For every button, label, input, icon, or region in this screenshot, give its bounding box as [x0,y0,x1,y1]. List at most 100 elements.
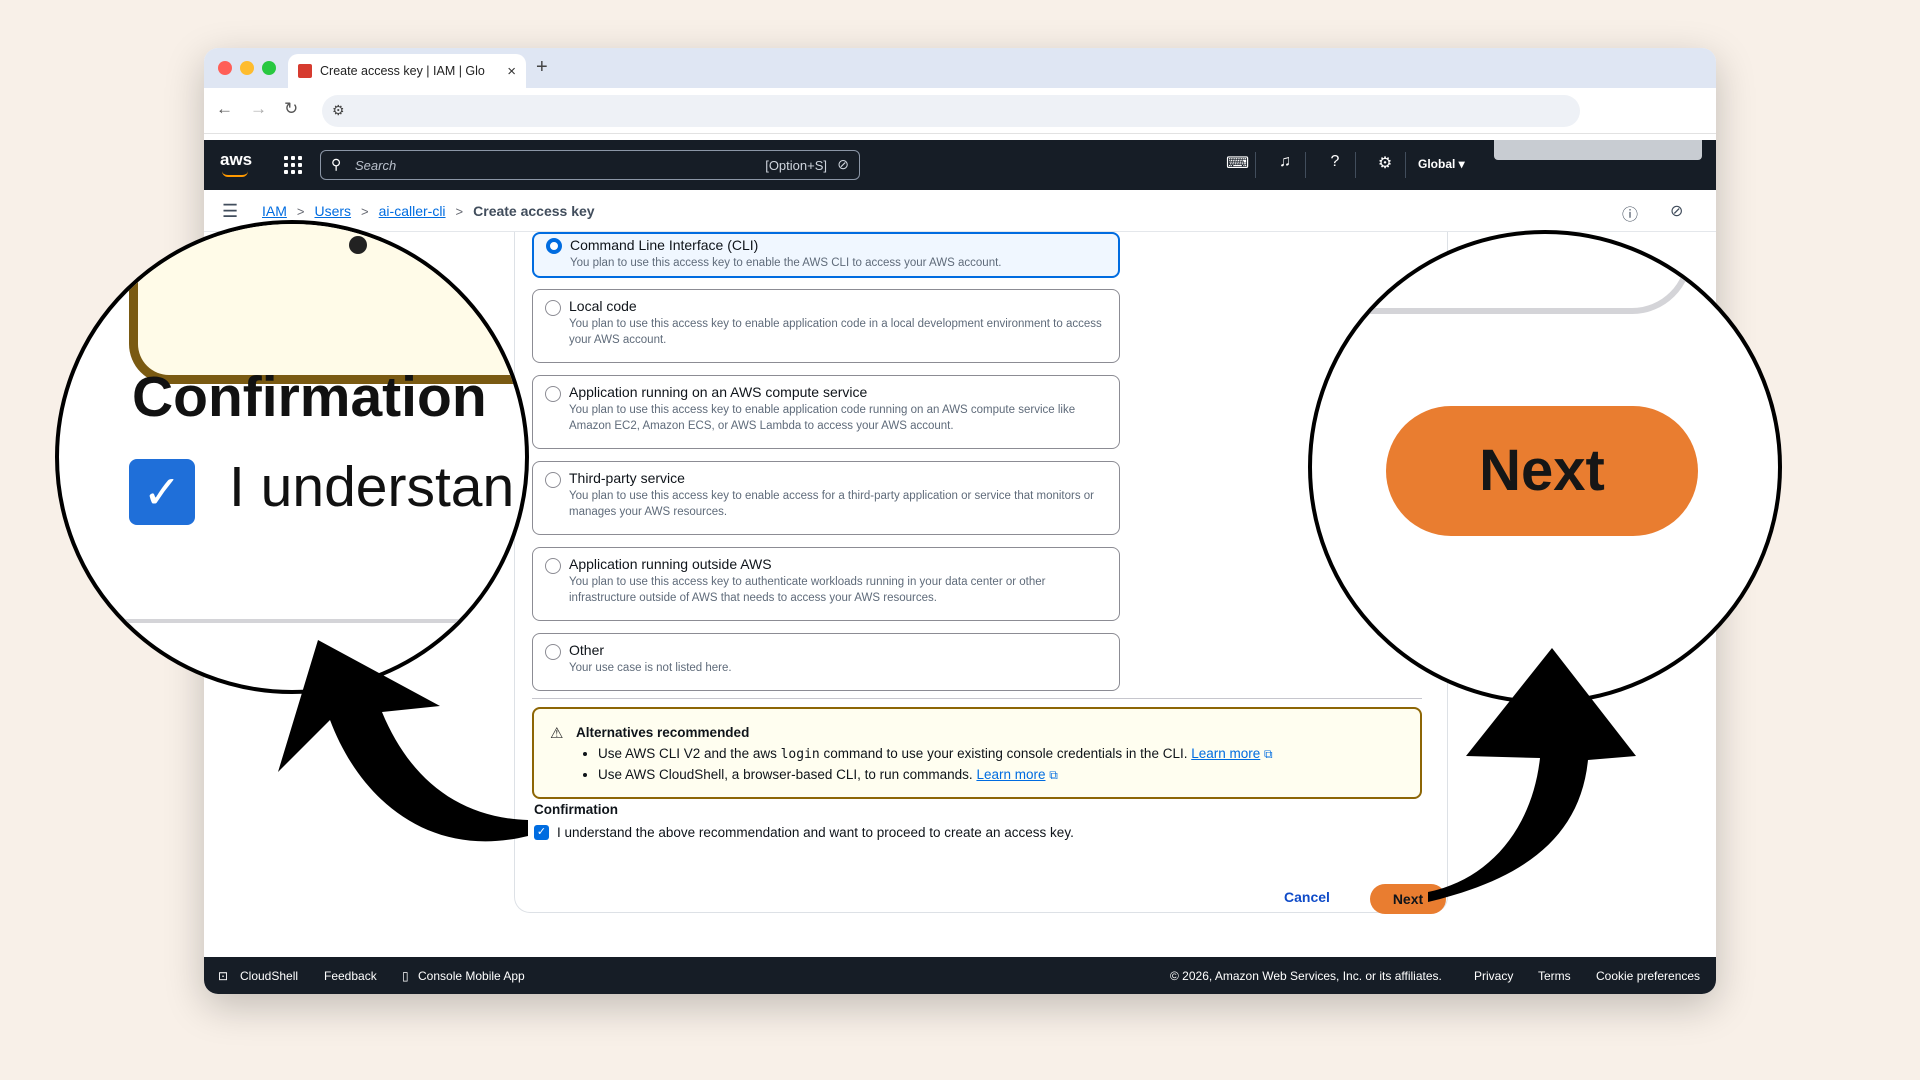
magnifier-next: Next [1308,230,1782,704]
notifications-bell-icon[interactable]: ♫ [1274,153,1296,171]
radio-third-party[interactable] [545,472,561,488]
option-desc: You plan to use this access key to authe… [569,576,1046,604]
alert-code: login [780,747,820,762]
option-title: Other [569,642,605,658]
alert-item: Use AWS CLI V2 and the aws login command… [598,744,1404,765]
breadcrumb-separator-icon: > [361,203,369,219]
menu-hamburger-icon[interactable]: ☰ [222,201,238,222]
tab-title: Create access key | IAM | Glo [320,64,485,78]
radio-outside-aws[interactable] [545,558,561,574]
account-menu[interactable] [1494,140,1702,160]
external-link-icon: ⧉ [1049,768,1058,782]
radio-other[interactable] [545,644,561,660]
back-arrow-icon[interactable]: ← [216,99,233,119]
radio-local-code[interactable] [545,300,561,316]
new-tab-button[interactable]: + [536,56,548,79]
next-button[interactable]: Next [1370,884,1446,914]
magnified-next-button: Next [1386,406,1698,536]
option-cli[interactable]: Command Line Interface (CLI) You plan to… [532,232,1120,278]
option-desc: Your use case is not listed here. [569,662,732,674]
alternatives-alert: ⚠ Alternatives recommended Use AWS CLI V… [532,707,1422,799]
cookie-preferences-link[interactable]: Cookie preferences [1596,969,1700,983]
tab-close-icon[interactable]: × [507,63,516,80]
mobile-app-link[interactable]: Console Mobile App [418,969,525,983]
breadcrumb-separator-icon: > [455,203,464,219]
option-aws-compute[interactable]: Application running on an AWS compute se… [532,375,1120,449]
breadcrumb-iam[interactable]: IAM [262,203,287,219]
cloudshell-footer-icon[interactable]: ⊡ [218,969,228,983]
radio-aws-compute[interactable] [545,386,561,402]
learn-more-link[interactable]: Learn more [1191,746,1260,761]
settings-gear-icon[interactable]: ⚙ [1374,153,1396,173]
magnified-confirmation-title: Confirmation [132,365,487,429]
confirmation-checkbox[interactable]: ✓ [534,825,549,840]
minimize-window-button[interactable] [240,61,254,75]
magnifier-confirmation: Confirmation ✓ I understan [55,220,529,694]
cloudshell-link[interactable]: CloudShell [240,969,298,983]
magnified-dot-icon [349,236,367,254]
cloudshell-icon[interactable]: ⌨ [1226,153,1249,173]
browser-tab[interactable]: Create access key | IAM | Glo × [288,54,526,88]
option-title: Third-party service [569,470,685,486]
option-title: Application running outside AWS [569,556,772,572]
reload-icon[interactable]: ↻ [284,99,298,119]
close-window-button[interactable] [218,61,232,75]
option-title: Application running on an AWS compute se… [569,384,868,400]
confirmation-label[interactable]: I understand the above recommendation an… [557,825,1074,840]
option-other[interactable]: Other Your use case is not listed here. [532,633,1120,691]
option-third-party[interactable]: Third-party service You plan to use this… [532,461,1120,535]
alert-text: Use AWS CLI V2 and the aws [598,746,777,761]
feedback-icon[interactable]: ⊘ [1670,201,1683,221]
breadcrumb: IAM > Users > ai-caller-cli > Create acc… [262,203,595,219]
aws-logo-smile-icon [222,171,248,177]
option-desc: You plan to use this access key to enabl… [569,404,1076,432]
alert-text: command to use your existing console cre… [823,746,1188,761]
alert-title: Alternatives recommended [576,725,750,740]
alert-text: Use AWS CloudShell, a browser-based CLI,… [598,767,973,782]
mobile-app-icon: ▯ [402,969,409,983]
divider [532,698,1422,699]
magnified-divider [59,619,525,623]
cancel-button[interactable]: Cancel [1284,889,1330,905]
option-outside-aws[interactable]: Application running outside AWS You plan… [532,547,1120,621]
site-settings-icon[interactable]: ⚙ [332,102,345,119]
search-shortcut: [Option+S] [765,158,827,173]
forward-arrow-icon[interactable]: → [250,99,267,119]
breadcrumb-separator-icon: > [296,203,305,219]
info-icon[interactable]: ⓘ [1622,201,1638,225]
radio-cli[interactable] [546,238,562,254]
console-footer: ⊡ CloudShell Feedback ▯ Console Mobile A… [204,957,1716,994]
search-shortcut-icon: ⊘ [837,156,849,172]
warning-icon: ⚠ [550,725,564,742]
external-link-icon: ⧉ [1264,747,1273,761]
aws-top-nav: aws ⚲ Search [Option+S] ⊘ ⌨ ♫ ? ⚙ Global… [204,140,1716,190]
feedback-link[interactable]: Feedback [324,969,377,983]
breadcrumb-current: Create access key [473,203,595,219]
search-input[interactable]: ⚲ Search [Option+S] ⊘ [320,150,860,180]
privacy-link[interactable]: Privacy [1474,969,1513,983]
breadcrumb-user[interactable]: ai-caller-cli [379,203,446,219]
apps-grid-icon[interactable] [284,156,302,174]
terms-link[interactable]: Terms [1538,969,1571,983]
option-title: Local code [569,298,637,314]
url-input[interactable]: ⚙ [322,95,1580,127]
copyright-text: © 2026, Amazon Web Services, Inc. or its… [1170,969,1442,983]
alert-list: Use AWS CLI V2 and the aws login command… [598,744,1404,785]
magnified-confirmation-text: I understan [229,455,515,519]
breadcrumb-users[interactable]: Users [314,203,351,219]
alert-item: Use AWS CloudShell, a browser-based CLI,… [598,765,1404,785]
option-desc: You plan to use this access key to enabl… [569,490,1095,518]
learn-more-link[interactable]: Learn more [976,767,1045,782]
confirmation-title: Confirmation [534,802,618,817]
search-placeholder: Search [355,158,397,173]
search-icon: ⚲ [331,156,342,172]
maximize-window-button[interactable] [262,61,276,75]
region-selector[interactable]: Global ▾ [1418,157,1465,171]
aws-logo[interactable]: aws [220,150,252,170]
help-icon[interactable]: ? [1324,153,1346,171]
option-desc: You plan to use this access key to enabl… [570,257,1002,269]
option-desc: You plan to use this access key to enabl… [569,318,1102,346]
magnified-checkbox-icon: ✓ [129,459,195,525]
tab-favicon-icon [298,64,312,78]
option-local-code[interactable]: Local code You plan to use this access k… [532,289,1120,363]
